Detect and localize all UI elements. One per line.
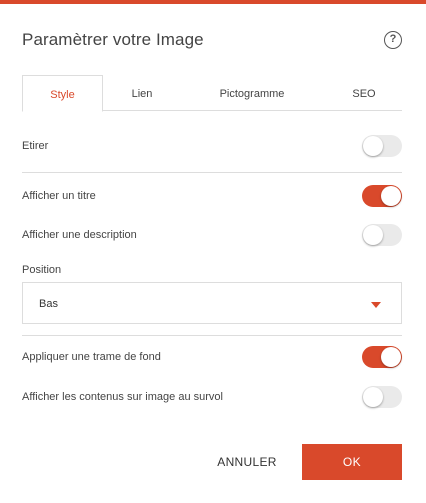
afficher-description-toggle[interactable] xyxy=(362,224,402,246)
contenus-survol-toggle[interactable] xyxy=(362,386,402,408)
tab-style[interactable]: Style xyxy=(22,75,103,112)
trame-fond-toggle[interactable] xyxy=(362,346,402,368)
afficher-titre-toggle[interactable] xyxy=(362,185,402,207)
trame-fond-label: Appliquer une trame de fond xyxy=(22,351,161,363)
toggle-knob xyxy=(363,136,383,156)
dialog-title: Paramètrer votre Image xyxy=(22,30,204,49)
position-label: Position xyxy=(22,264,62,276)
ok-button[interactable]: OK xyxy=(302,444,402,480)
tab-seo[interactable]: SEO xyxy=(324,75,404,111)
toggle-knob xyxy=(363,387,383,407)
caret-down-icon xyxy=(371,302,381,308)
afficher-titre-label: Afficher un titre xyxy=(22,190,96,202)
etirer-toggle[interactable] xyxy=(362,135,402,157)
afficher-description-label: Afficher une description xyxy=(22,229,137,241)
position-selected-value: Bas xyxy=(39,298,58,310)
toggle-knob xyxy=(381,347,401,367)
tab-lien[interactable]: Lien xyxy=(103,75,181,111)
settings-tabs: Style Lien Pictogramme SEO xyxy=(22,75,404,112)
position-select[interactable]: Bas xyxy=(22,282,402,324)
etirer-label: Etirer xyxy=(22,140,49,152)
divider xyxy=(22,335,402,336)
tab-pictogramme[interactable]: Pictogramme xyxy=(192,75,312,111)
toggle-knob xyxy=(363,225,383,245)
cancel-button[interactable]: ANNULER xyxy=(208,444,286,480)
contenus-survol-label: Afficher les contenus sur image au survo… xyxy=(22,391,223,403)
help-icon[interactable]: ? xyxy=(384,31,402,49)
toggle-knob xyxy=(381,186,401,206)
dialog-top-accent-bar xyxy=(0,0,426,4)
divider xyxy=(22,172,402,173)
